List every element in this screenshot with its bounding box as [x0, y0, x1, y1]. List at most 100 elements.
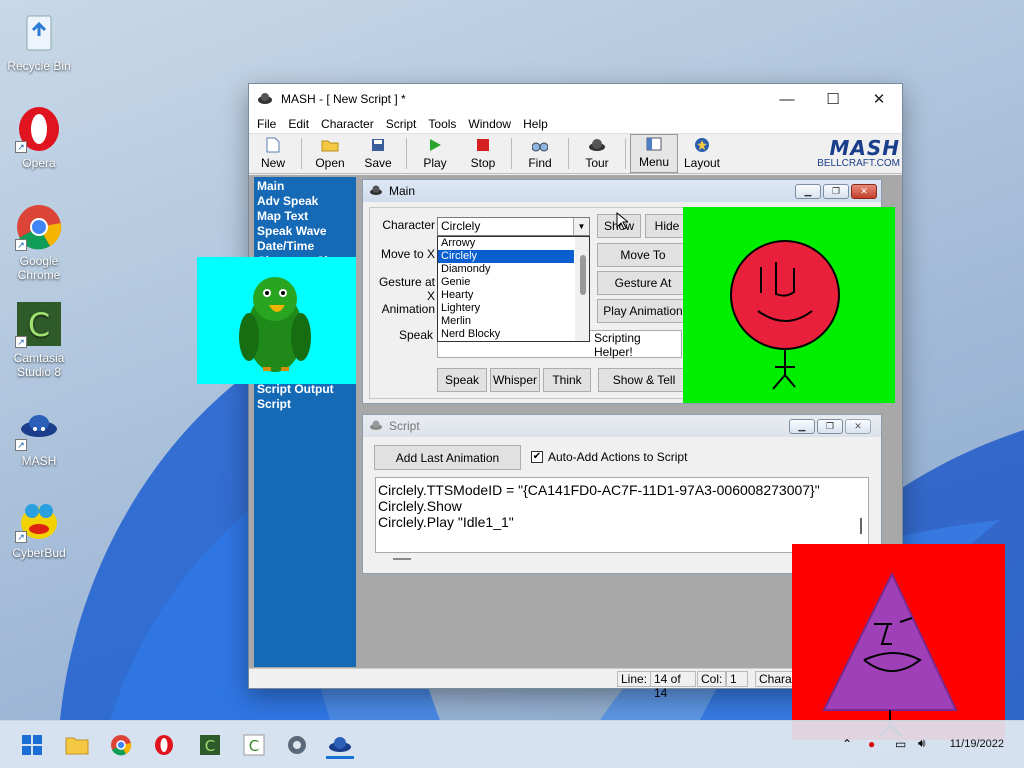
- sidebar-item-main[interactable]: Main: [257, 179, 353, 194]
- think-button[interactable]: Think: [543, 368, 591, 392]
- mash-app-icon: [369, 419, 383, 434]
- title-bar[interactable]: MASH - [ New Script ] * — ☐ ✕: [249, 84, 902, 114]
- gesture-at-label: Gesture at X: [378, 275, 435, 303]
- sidebar-item-map-text[interactable]: Map Text: [257, 209, 353, 224]
- speak-button[interactable]: Speak: [437, 368, 487, 392]
- layout-icon: [693, 136, 711, 154]
- desktop-icon-camtasia[interactable]: C ↗ Camtasia Studio 8: [0, 300, 78, 379]
- tour-button[interactable]: Tour: [573, 134, 621, 173]
- script-hscroll-thumb[interactable]: [393, 558, 411, 560]
- menu-help[interactable]: Help: [517, 117, 554, 131]
- stop-button[interactable]: Stop: [459, 134, 507, 173]
- camtasia-icon[interactable]: C: [196, 731, 224, 759]
- main-minimize-button[interactable]: ▁: [795, 183, 821, 199]
- main-close-button[interactable]: ✕: [851, 183, 877, 199]
- script-editor[interactable]: Circlely.TTSModeID = "{CA141FD0-AC7F-11D…: [375, 477, 869, 553]
- sidebar-item-script[interactable]: Script: [257, 397, 353, 412]
- start-icon: [22, 735, 42, 755]
- menu-toggle-button[interactable]: Menu: [630, 134, 678, 173]
- close-button[interactable]: ✕: [856, 84, 902, 114]
- whisper-button[interactable]: Whisper: [490, 368, 540, 392]
- minimize-button[interactable]: —: [764, 84, 810, 114]
- find-button[interactable]: Find: [516, 134, 564, 173]
- script-line: Circlely.Show: [378, 498, 462, 514]
- tray-chevron-up-icon[interactable]: ⌃: [842, 737, 852, 751]
- desktop-icon-opera[interactable]: ↗ Opera: [0, 105, 78, 170]
- main-restore-button[interactable]: ❐: [823, 183, 849, 199]
- taskbar-date[interactable]: 11/19/2022: [950, 738, 1004, 750]
- script-close-button[interactable]: ✕: [845, 418, 871, 434]
- tray-volume-icon[interactable]: 🔊︎: [918, 736, 926, 751]
- script-minimize-button[interactable]: ▁: [789, 418, 815, 434]
- dropdown-item-diamondy[interactable]: Diamondy: [438, 263, 574, 276]
- script-restore-button[interactable]: ❐: [817, 418, 843, 434]
- character-dropdown-list: Arrowy Circlely Diamondy Genie Hearty Li…: [437, 236, 590, 342]
- file-explorer-icon[interactable]: [63, 731, 91, 759]
- opera-icon[interactable]: [150, 731, 178, 759]
- status-line-label: Line:: [617, 671, 652, 687]
- menu-bar: File Edit Character Script Tools Window …: [249, 114, 902, 134]
- script-panel-title-bar[interactable]: Script ▁ ❐ ✕: [363, 415, 881, 437]
- add-last-animation-button[interactable]: Add Last Animation: [374, 445, 521, 470]
- tray-record-icon[interactable]: ●: [868, 737, 875, 751]
- new-file-icon: [264, 136, 282, 154]
- desktop-icon-mash[interactable]: ↗ MASH: [0, 403, 78, 468]
- menu-file[interactable]: File: [251, 117, 282, 131]
- menu-script[interactable]: Script: [380, 117, 423, 131]
- chrome-icon[interactable]: [107, 731, 135, 759]
- auto-add-label: Auto-Add Actions to Script: [548, 450, 688, 464]
- dropdown-item-hearty[interactable]: Hearty: [438, 289, 574, 302]
- menu-edit[interactable]: Edit: [282, 117, 315, 131]
- script-line: Circlely.Play "Idle1_1": [378, 514, 514, 530]
- play-animation-button[interactable]: Play Animation: [597, 299, 689, 323]
- save-button[interactable]: Save: [354, 134, 402, 173]
- sidebar-item-adv-speak[interactable]: Adv Speak: [257, 194, 353, 209]
- window-title: MASH - [ New Script ] *: [281, 92, 406, 106]
- layout-button[interactable]: Layout: [678, 134, 726, 173]
- dropdown-item-lightery[interactable]: Lightery: [438, 302, 574, 315]
- menu-character[interactable]: Character: [315, 117, 380, 131]
- tray-display-icon[interactable]: ▭: [895, 737, 906, 751]
- dropdown-scroll-thumb[interactable]: [580, 255, 586, 295]
- menu-window[interactable]: Window: [462, 117, 517, 131]
- menu-panel-icon: [645, 135, 663, 153]
- show-and-tell-button[interactable]: Show & Tell: [598, 368, 690, 392]
- settings-icon[interactable]: [283, 731, 311, 759]
- status-col-label: Col:: [697, 671, 727, 687]
- toolbar: New Open Save Play Stop Find Tour Menu L…: [249, 134, 902, 174]
- mash-icon[interactable]: [326, 731, 354, 759]
- new-button[interactable]: New: [249, 134, 297, 173]
- maximize-button[interactable]: ☐: [810, 84, 856, 114]
- desktop-icon-chrome[interactable]: ↗ Google Chrome: [0, 203, 78, 282]
- svg-text:C: C: [249, 737, 259, 755]
- open-button[interactable]: Open: [306, 134, 354, 173]
- dropdown-item-merlin[interactable]: Merlin: [438, 315, 574, 328]
- main-panel-title-bar[interactable]: Main ▁ ❐ ✕: [363, 180, 881, 202]
- dropdown-item-genie[interactable]: Genie: [438, 276, 574, 289]
- sidebar-item-script-output[interactable]: Script Output: [257, 382, 353, 397]
- mash-app-icon: [369, 184, 383, 199]
- dropdown-item-arrowy[interactable]: Arrowy: [438, 237, 574, 250]
- mash-icon: ↗: [15, 403, 63, 451]
- play-button[interactable]: Play: [411, 134, 459, 173]
- gesture-at-button[interactable]: Gesture At: [597, 271, 689, 295]
- auto-add-checkbox[interactable]: ✔: [531, 451, 543, 463]
- character-combo[interactable]: Circlely ▼: [437, 217, 590, 236]
- speak-label: Speak: [398, 328, 433, 342]
- chevron-down-icon[interactable]: ▼: [573, 218, 589, 235]
- move-to-label: Move to X: [380, 247, 435, 261]
- desktop-icon-cyberbud[interactable]: ↗ CyberBud: [0, 495, 78, 560]
- mash-brand-logo: MASH BELLCRAFT.COM: [817, 136, 900, 169]
- move-to-button[interactable]: Move To: [597, 243, 689, 267]
- desktop-icon-recycle-bin[interactable]: Recycle Bin: [0, 8, 78, 73]
- menu-tools[interactable]: Tools: [422, 117, 462, 131]
- dropdown-item-nerd-blocky[interactable]: Nerd Blocky: [438, 328, 574, 341]
- camtasia-recorder-icon[interactable]: C: [240, 731, 268, 759]
- sidebar-item-speak-wave[interactable]: Speak Wave: [257, 224, 353, 239]
- svg-text:C: C: [205, 737, 215, 755]
- sidebar-item-date-time[interactable]: Date/Time: [257, 239, 353, 254]
- chrome-icon: ↗: [15, 203, 63, 251]
- dropdown-item-circlely[interactable]: Circlely: [438, 250, 574, 263]
- script-scroll-thumb[interactable]: [860, 518, 862, 534]
- start-button[interactable]: [18, 731, 46, 759]
